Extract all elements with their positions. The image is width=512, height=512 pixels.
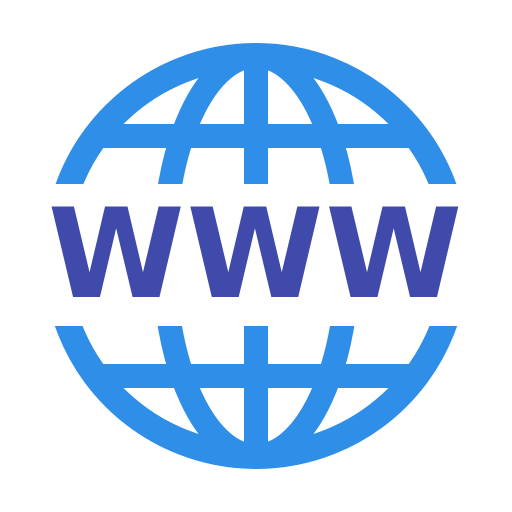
www-globe-icon: WWW [0,0,512,512]
www-label-band: WWW [40,186,472,324]
www-label: WWW [47,183,465,327]
